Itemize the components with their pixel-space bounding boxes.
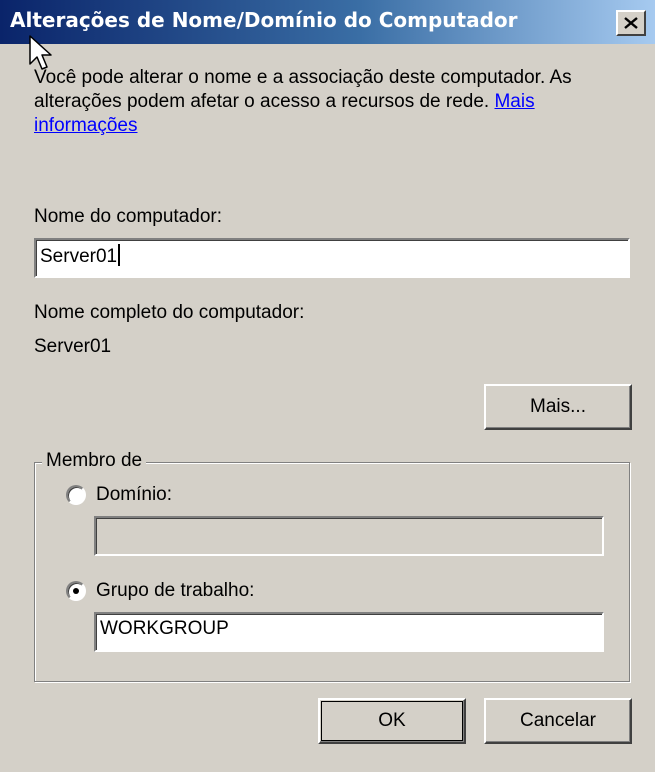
computer-name-label: Nome do computador:	[34, 206, 222, 227]
radio-selected-dot	[73, 588, 79, 594]
text-caret	[118, 244, 121, 266]
workgroup-value: WORKGROUP	[100, 618, 229, 639]
more-button[interactable]: Mais...	[484, 384, 632, 430]
workgroup-label: Grupo de trabalho:	[96, 580, 255, 601]
domain-input	[94, 516, 604, 556]
cancel-button[interactable]: Cancelar	[484, 698, 632, 744]
full-name-value: Server01	[34, 336, 112, 357]
workgroup-input[interactable]: WORKGROUP	[94, 612, 604, 652]
computer-name-input[interactable]: Server01	[34, 238, 630, 278]
ok-button[interactable]: OK	[318, 698, 466, 744]
workgroup-radio[interactable]	[66, 581, 86, 601]
domain-radio[interactable]	[66, 485, 86, 505]
description-body: Você pode alterar o nome e a associação …	[34, 67, 572, 112]
close-icon	[624, 17, 638, 29]
full-name-label: Nome completo do computador:	[34, 302, 305, 323]
member-of-legend: Membro de	[42, 450, 147, 472]
close-button[interactable]	[616, 10, 646, 36]
domain-label: Domínio:	[96, 484, 173, 505]
dialog-window: Alterações de Nome/Domínio do Computador…	[0, 0, 655, 772]
domain-radio-option[interactable]: Domínio:	[66, 484, 172, 506]
window-title: Alterações de Nome/Domínio do Computador	[10, 8, 518, 32]
description-text: Você pode alterar o nome e a associação …	[34, 66, 634, 138]
workgroup-radio-option[interactable]: Grupo de trabalho:	[66, 580, 254, 602]
title-bar[interactable]: Alterações de Nome/Domínio do Computador	[0, 0, 655, 44]
computer-name-value: Server01	[40, 246, 118, 267]
